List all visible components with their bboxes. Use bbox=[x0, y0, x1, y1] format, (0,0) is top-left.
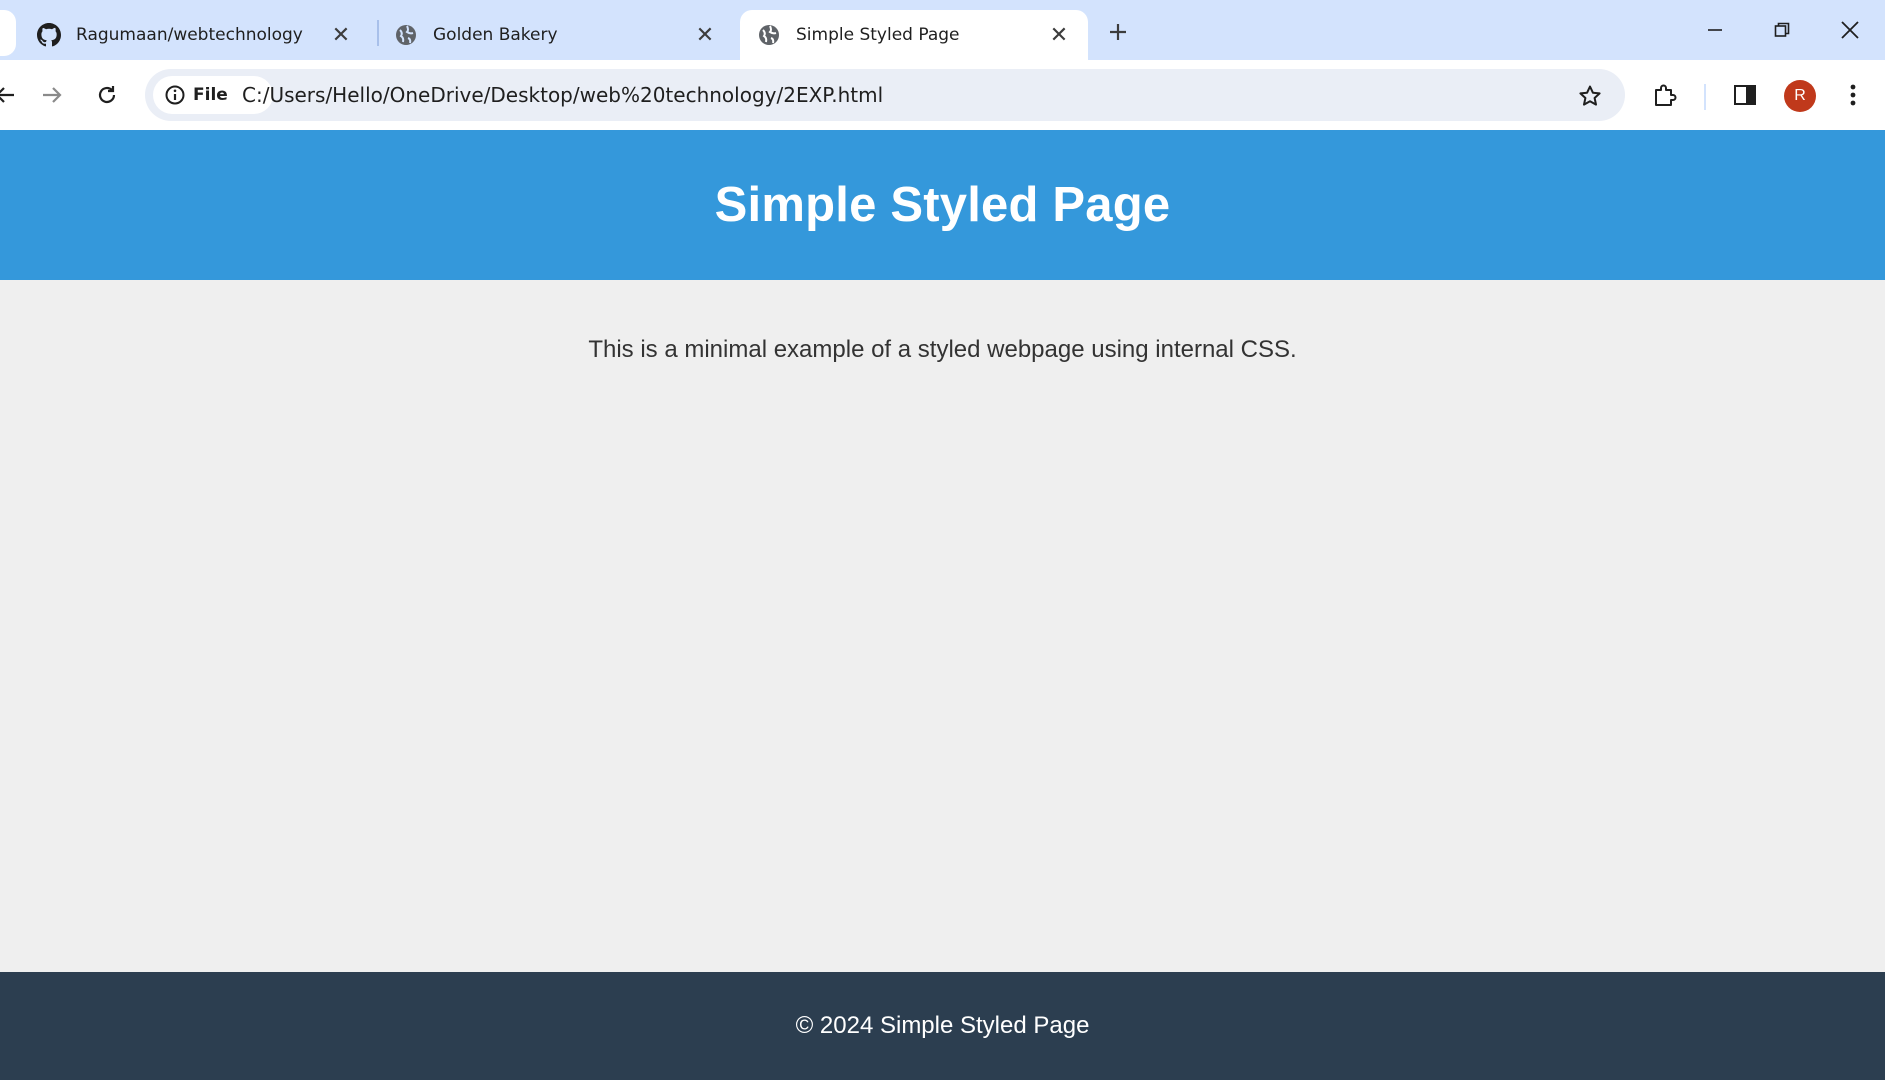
side-panel-icon bbox=[1734, 85, 1756, 105]
minimize-button[interactable] bbox=[1685, 8, 1745, 52]
side-panel-button[interactable] bbox=[1726, 76, 1764, 114]
back-button[interactable] bbox=[0, 76, 24, 114]
tab-title: Golden Bakery bbox=[433, 25, 558, 45]
close-window-button[interactable] bbox=[1820, 8, 1880, 52]
page-title: Simple Styled Page bbox=[714, 178, 1171, 232]
close-icon[interactable]: ✕ bbox=[692, 22, 718, 48]
more-vertical-icon bbox=[1850, 84, 1856, 106]
minimize-icon bbox=[1708, 29, 1722, 31]
footer-text: © 2024 Simple Styled Page bbox=[795, 1012, 1090, 1039]
close-icon[interactable]: ✕ bbox=[1046, 22, 1072, 48]
close-icon[interactable]: ✕ bbox=[328, 22, 354, 48]
star-icon bbox=[1579, 85, 1601, 106]
tab-golden-bakery[interactable]: Golden Bakery ✕ bbox=[377, 10, 734, 60]
tab-title: Simple Styled Page bbox=[796, 25, 960, 45]
restore-button[interactable] bbox=[1752, 8, 1812, 52]
site-chip-label: File bbox=[193, 85, 228, 105]
tab-search-button[interactable] bbox=[0, 10, 16, 56]
tab-strip: Ragumaan/webtechnology ✕ Golden Bakery ✕… bbox=[0, 0, 1885, 60]
page-header: Simple Styled Page bbox=[0, 130, 1885, 280]
github-icon bbox=[36, 22, 62, 48]
page-main: This is a minimal example of a styled we… bbox=[0, 280, 1885, 364]
info-icon bbox=[165, 85, 185, 105]
menu-button[interactable] bbox=[1834, 76, 1872, 114]
reload-button[interactable] bbox=[88, 76, 126, 114]
reload-icon bbox=[98, 86, 116, 104]
tab-title: Ragumaan/webtechnology bbox=[76, 25, 303, 45]
profile-avatar[interactable]: R bbox=[1784, 80, 1816, 112]
close-icon bbox=[1841, 21, 1859, 39]
page-footer: © 2024 Simple Styled Page bbox=[0, 972, 1885, 1080]
toolbar-divider bbox=[1704, 84, 1706, 110]
address-bar[interactable]: File C:/Users/Hello/OneDrive/Desktop/web… bbox=[145, 69, 1625, 121]
plus-icon bbox=[1110, 24, 1126, 40]
globe-icon bbox=[393, 22, 419, 48]
tab-simple-styled-page[interactable]: Simple Styled Page ✕ bbox=[740, 10, 1088, 60]
back-arrow-icon bbox=[0, 87, 14, 103]
forward-button[interactable] bbox=[33, 76, 71, 114]
body-paragraph: This is a minimal example of a styled we… bbox=[588, 336, 1297, 363]
page-viewport: Simple Styled Page This is a minimal exa… bbox=[0, 130, 1885, 1080]
extensions-button[interactable] bbox=[1646, 76, 1684, 114]
new-tab-button[interactable] bbox=[1101, 15, 1135, 49]
bookmark-button[interactable] bbox=[1575, 81, 1605, 111]
restore-icon bbox=[1774, 22, 1790, 37]
tab-ragumaan-webtechnology[interactable]: Ragumaan/webtechnology ✕ bbox=[20, 10, 370, 60]
forward-arrow-icon bbox=[43, 87, 62, 103]
browser-toolbar: File C:/Users/Hello/OneDrive/Desktop/web… bbox=[0, 60, 1885, 130]
browser-window: Ragumaan/webtechnology ✕ Golden Bakery ✕… bbox=[0, 0, 1885, 1080]
puzzle-icon bbox=[1655, 84, 1677, 106]
url-text[interactable]: C:/Users/Hello/OneDrive/Desktop/web%20te… bbox=[242, 83, 883, 107]
globe-icon bbox=[756, 22, 782, 48]
